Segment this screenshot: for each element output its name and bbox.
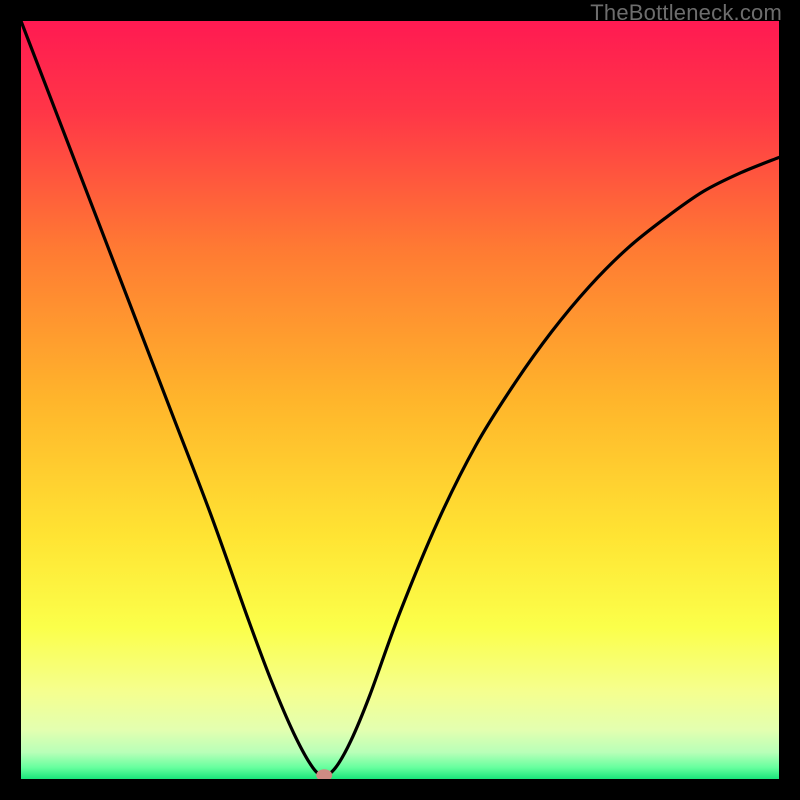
chart-svg [21,21,779,779]
chart-frame: TheBottleneck.com [0,0,800,800]
plot-area [21,21,779,779]
gradient-background [21,21,779,779]
